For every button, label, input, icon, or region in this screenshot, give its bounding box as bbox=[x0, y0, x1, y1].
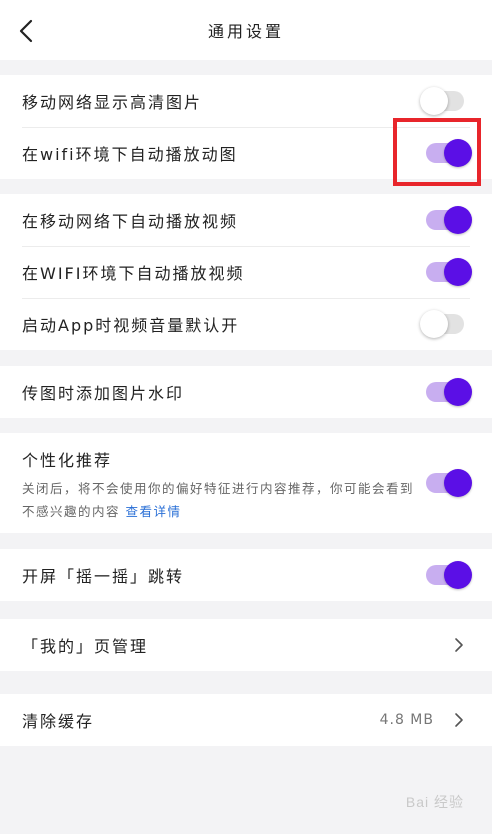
setting-label: 在WIFI环境下自动播放视频 bbox=[22, 264, 245, 283]
toggle-knob bbox=[420, 310, 448, 338]
toggle-knob bbox=[444, 469, 472, 497]
highlight-annotation-box bbox=[393, 118, 481, 186]
header: 通用设置 bbox=[0, 0, 492, 60]
view-details-link[interactable]: 查看详情 bbox=[126, 504, 182, 519]
setting-label: 在移动网络下自动播放视频 bbox=[22, 212, 239, 231]
setting-label: 开屏「摇一摇」跳转 bbox=[22, 567, 185, 586]
group-video-settings: 在移动网络下自动播放视频 在WIFI环境下自动播放视频 启动App时视频音量默认… bbox=[0, 194, 492, 350]
setting-label: 「我的」页管理 bbox=[22, 637, 149, 656]
shake-jump-toggle[interactable] bbox=[426, 561, 472, 589]
cache-size-value: 4.8 MB bbox=[379, 712, 434, 728]
setting-description: 关闭后，将不会使用你的偏好特征进行内容推荐，你可能会看到不感兴趣的内容 查看详情 bbox=[22, 477, 422, 523]
description-text: 关闭后，将不会使用你的偏好特征进行内容推荐，你可能会看到不感兴趣的内容 bbox=[22, 481, 415, 519]
group-shake: 开屏「摇一摇」跳转 bbox=[0, 549, 492, 601]
setting-label: 移动网络显示高清图片 bbox=[22, 93, 203, 112]
setting-row-wifi-autoplay-video[interactable]: 在WIFI环境下自动播放视频 bbox=[0, 246, 492, 298]
chevron-right-icon bbox=[452, 636, 466, 654]
chevron-right-icon bbox=[452, 711, 466, 729]
setting-row-mobile-autoplay-video[interactable]: 在移动网络下自动播放视频 bbox=[0, 194, 492, 246]
group-personalization: 个性化推荐 关闭后，将不会使用你的偏好特征进行内容推荐，你可能会看到不感兴趣的内… bbox=[0, 433, 492, 533]
baidu-watermark: Bai 经验 bbox=[405, 794, 464, 810]
wifi-autoplay-video-toggle[interactable] bbox=[426, 258, 472, 286]
setting-label: 在wifi环境下自动播放动图 bbox=[22, 145, 238, 164]
toggle-knob bbox=[444, 258, 472, 286]
personalized-recommendation-toggle[interactable] bbox=[426, 469, 472, 497]
hd-images-toggle[interactable] bbox=[420, 87, 464, 115]
setting-row-shake-jump[interactable]: 开屏「摇一摇」跳转 bbox=[0, 549, 492, 601]
setting-label: 传图时添加图片水印 bbox=[22, 384, 185, 403]
toggle-knob bbox=[420, 87, 448, 115]
toggle-knob bbox=[444, 378, 472, 406]
setting-row-video-sound-default[interactable]: 启动App时视频音量默认开 bbox=[0, 298, 492, 350]
mobile-autoplay-video-toggle[interactable] bbox=[426, 206, 472, 234]
setting-row-clear-cache[interactable]: 清除缓存 4.8 MB bbox=[0, 694, 492, 746]
setting-label: 个性化推荐 bbox=[22, 451, 113, 470]
video-sound-default-toggle[interactable] bbox=[420, 310, 464, 338]
setting-label: 清除缓存 bbox=[22, 712, 95, 731]
toggle-knob bbox=[444, 561, 472, 589]
setting-row-my-page-management[interactable]: 「我的」页管理 bbox=[0, 619, 492, 671]
page-title: 通用设置 bbox=[207, 22, 284, 41]
setting-row-image-watermark[interactable]: 传图时添加图片水印 bbox=[0, 366, 492, 418]
group-my-page: 「我的」页管理 bbox=[0, 619, 492, 671]
image-watermark-toggle[interactable] bbox=[426, 378, 472, 406]
group-cache: 清除缓存 4.8 MB bbox=[0, 694, 492, 746]
setting-label: 启动App时视频音量默认开 bbox=[22, 316, 240, 335]
toggle-knob bbox=[444, 206, 472, 234]
group-watermark: 传图时添加图片水印 bbox=[0, 366, 492, 418]
setting-row-personalized-recommendation[interactable]: 个性化推荐 关闭后，将不会使用你的偏好特征进行内容推荐，你可能会看到不感兴趣的内… bbox=[0, 433, 492, 533]
